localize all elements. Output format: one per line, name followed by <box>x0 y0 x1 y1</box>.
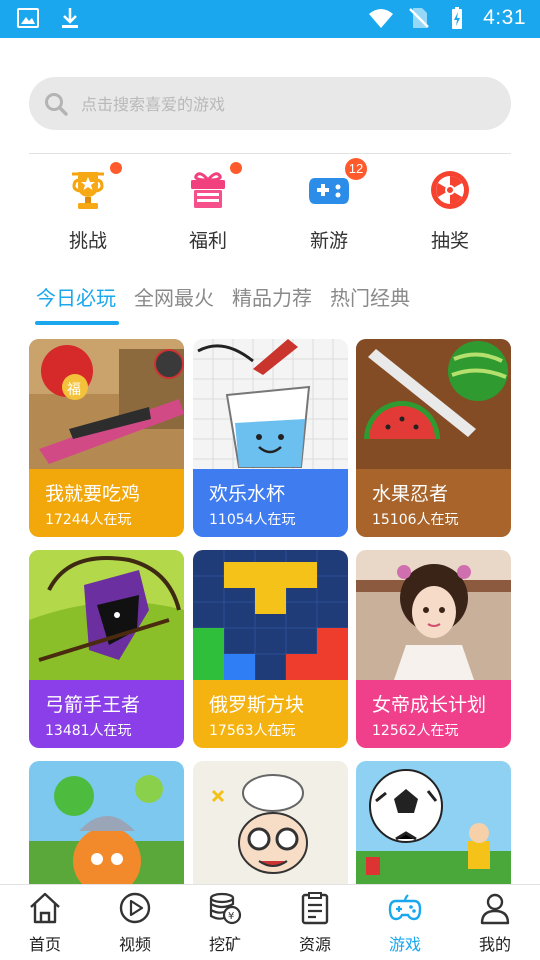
nav-mining[interactable]: ¥ 挖矿 <box>180 885 270 960</box>
game-info: 俄罗斯方块 17563人在玩 <box>193 680 348 748</box>
game-art-water-cup <box>193 339 348 469</box>
quick-entry-label: 抽奖 <box>430 230 469 252</box>
nav-label: 我的 <box>478 935 511 954</box>
game-title: 我就要吃鸡 <box>45 483 141 505</box>
game-title: 俄罗斯方块 <box>209 694 305 716</box>
game-art-brain-cartoon <box>193 761 348 891</box>
tab-today-must-play[interactable]: 今日必玩 <box>36 282 116 312</box>
game-art-knight-puzzle <box>29 761 184 891</box>
nav-label: 首页 <box>28 935 61 954</box>
game-player-count: 17563人在玩 <box>209 723 296 739</box>
nav-label: 资源 <box>298 935 331 954</box>
clipboard-icon <box>301 892 329 925</box>
game-info: 弓箭手王者 13481人在玩 <box>29 680 184 748</box>
game-info: 水果忍者 15106人在玩 <box>356 469 511 537</box>
game-info: 女帝成长计划 12562人在玩 <box>356 680 511 748</box>
nav-label: 挖矿 <box>208 935 241 954</box>
game-art-empress <box>356 550 511 680</box>
game-card[interactable]: 福 我就要吃鸡 17244人在玩 <box>29 339 184 537</box>
nav-games[interactable]: 游戏 <box>360 885 450 960</box>
home-icon <box>30 892 60 924</box>
game-card[interactable]: 弓箭手王者 13481人在玩 <box>29 550 184 748</box>
coin-stack-icon: ¥ <box>209 892 242 925</box>
quick-entry-new-games[interactable]: 12 新游 <box>284 158 374 252</box>
wifi-icon <box>369 9 394 28</box>
game-card[interactable]: 俄罗斯方块 17563人在玩 <box>193 550 348 748</box>
svg-text:福: 福 <box>67 382 81 398</box>
tab-hot-classics[interactable]: 热门经典 <box>330 282 410 312</box>
game-title: 欢乐水杯 <box>209 483 286 505</box>
quick-entry-label: 挑战 <box>68 230 107 252</box>
game-art-soccer <box>356 761 511 891</box>
battery-charging-icon <box>452 7 463 29</box>
image-icon <box>17 8 39 28</box>
quick-entry-label: 福利 <box>188 230 227 252</box>
tab-most-popular[interactable]: 全网最火 <box>134 282 214 312</box>
nav-home[interactable]: 首页 <box>0 885 90 960</box>
quick-entry-challenge[interactable]: 挑战 <box>43 162 133 252</box>
nav-video[interactable]: 视频 <box>90 885 180 960</box>
search-bar[interactable] <box>29 77 511 130</box>
tab-recommended[interactable]: 精品力荐 <box>232 282 312 312</box>
game-card[interactable] <box>29 761 184 891</box>
bottom-navigation: 首页 视频 ¥ 挖矿 资源 游戏 我的 <box>0 884 540 960</box>
game-player-count: 11054人在玩 <box>209 512 296 528</box>
game-title: 水果忍者 <box>372 483 449 505</box>
game-art-tetris <box>193 550 348 680</box>
divider <box>29 153 511 154</box>
new-games-badge: 12 <box>345 158 367 180</box>
person-icon <box>480 893 510 925</box>
quick-entry-lottery[interactable]: 抽奖 <box>405 166 495 252</box>
status-time: 4:31 <box>483 6 526 29</box>
svg-text:¥: ¥ <box>228 911 234 922</box>
gift-icon <box>191 172 225 208</box>
trophy-icon <box>72 172 104 209</box>
nav-mine[interactable]: 我的 <box>450 885 540 960</box>
search-input[interactable] <box>81 87 481 121</box>
quick-entry-label: 新游 <box>309 230 348 252</box>
game-card[interactable] <box>193 761 348 891</box>
gamepad-icon <box>309 178 349 204</box>
lottery-wheel-icon <box>431 171 469 209</box>
game-title: 弓箭手王者 <box>45 694 141 716</box>
no-sim-icon <box>409 8 430 28</box>
game-info: 欢乐水杯 11054人在玩 <box>193 469 348 537</box>
game-info: 我就要吃鸡 17244人在玩 <box>29 469 184 537</box>
game-card[interactable] <box>356 761 511 891</box>
active-tab-indicator <box>35 321 119 325</box>
nav-label: 游戏 <box>388 935 421 954</box>
search-icon <box>45 93 68 116</box>
game-player-count: 15106人在玩 <box>372 512 459 528</box>
game-player-count: 12562人在玩 <box>372 723 459 739</box>
status-bar: 4:31 <box>0 0 540 38</box>
game-player-count: 13481人在玩 <box>45 723 132 739</box>
game-art-archer <box>29 550 184 680</box>
game-controller-icon <box>388 894 422 921</box>
game-art-shooter: 福 <box>29 339 184 469</box>
game-player-count: 17244人在玩 <box>45 512 132 528</box>
game-card[interactable]: 水果忍者 15106人在玩 <box>356 339 511 537</box>
game-title: 女帝成长计划 <box>372 694 487 716</box>
download-icon <box>62 8 78 28</box>
nav-resources[interactable]: 资源 <box>270 885 360 960</box>
game-card[interactable]: 女帝成长计划 12562人在玩 <box>356 550 511 748</box>
notification-dot <box>230 162 242 174</box>
nav-label: 视频 <box>118 935 151 954</box>
game-art-fruit-ninja <box>356 339 511 469</box>
game-card[interactable]: 欢乐水杯 11054人在玩 <box>193 339 348 537</box>
play-circle-icon <box>119 892 151 924</box>
quick-entry-welfare[interactable]: 福利 <box>163 162 253 252</box>
notification-dot <box>110 162 122 174</box>
